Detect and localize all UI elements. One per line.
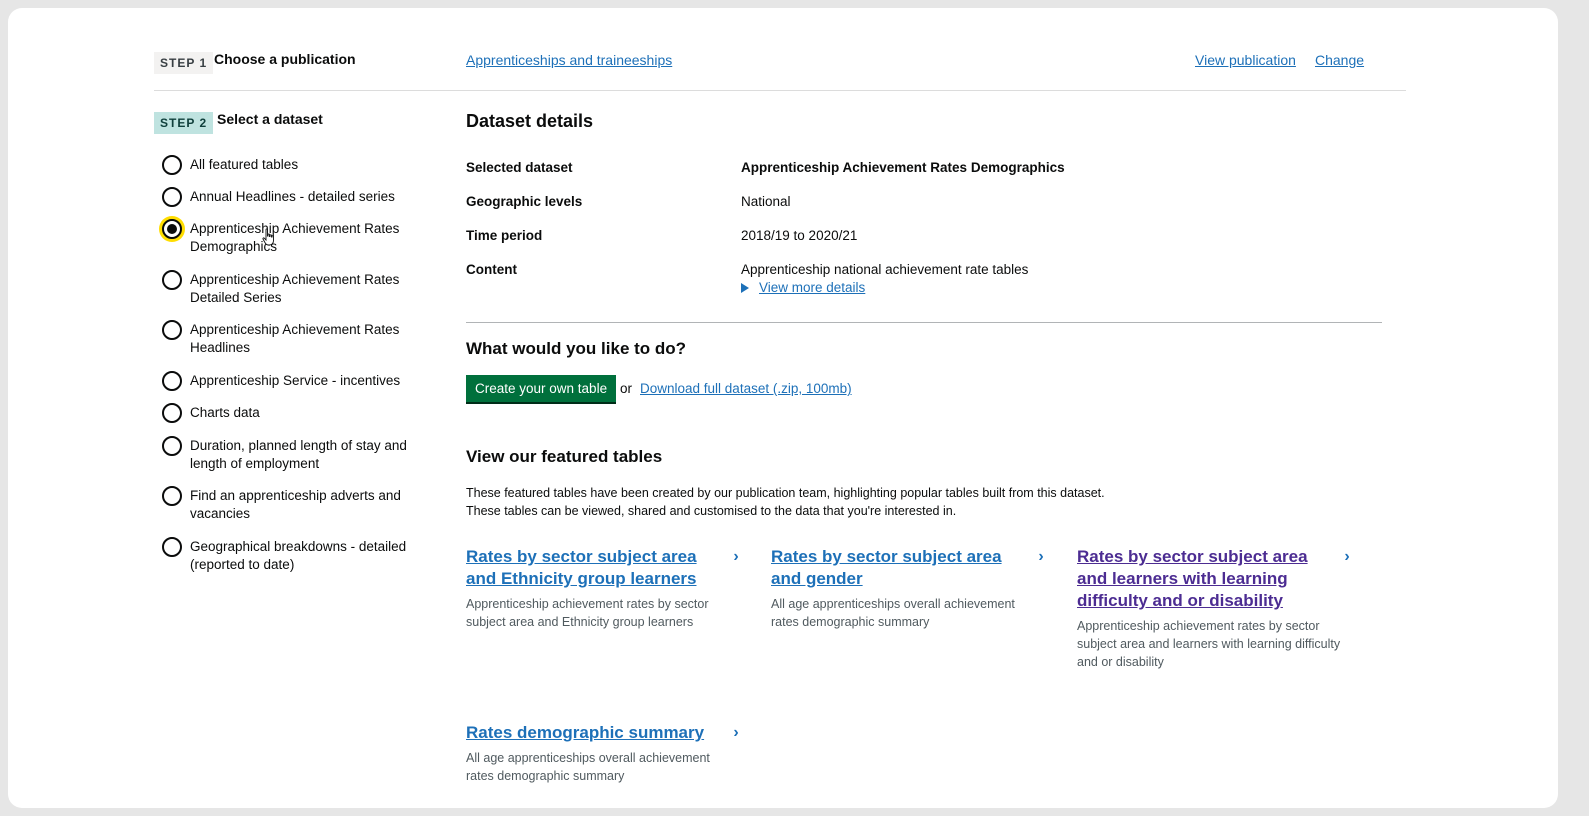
- dataset-option-label: Apprenticeship Achievement Rates Detaile…: [190, 272, 400, 305]
- dataset-option-label: All featured tables: [190, 157, 299, 172]
- dataset-radio-list: All featured tables Annual Headlines - d…: [162, 155, 422, 588]
- featured-description-line: These featured tables have been created …: [466, 486, 1105, 500]
- radio-button[interactable]: [162, 403, 182, 423]
- browser-viewport: STEP 1 Choose a publication Apprenticesh…: [8, 8, 1558, 808]
- featured-table-card: Rates by sector subject area and learner…: [1077, 546, 1357, 671]
- radio-button[interactable]: [162, 187, 182, 207]
- dataset-option[interactable]: Find an apprenticeship adverts and vacan…: [162, 486, 422, 538]
- featured-table-card: Rates by sector subject area and gender …: [771, 546, 1051, 631]
- chevron-right-icon: ›: [1038, 548, 1044, 565]
- step1-title: Choose a publication: [214, 51, 356, 67]
- dataset-option-selected[interactable]: Apprenticeship Achievement Rates Demogra…: [162, 219, 422, 271]
- dataset-option[interactable]: Duration, planned length of stay and len…: [162, 436, 422, 487]
- radio-button[interactable]: [162, 436, 182, 456]
- section-divider: [466, 322, 1382, 323]
- step2-title: Select a dataset: [217, 111, 323, 127]
- summary-row: Content Apprenticeship national achievem…: [466, 261, 1386, 297]
- view-more-details-toggle[interactable]: View more details: [741, 279, 1386, 297]
- step-divider: [154, 90, 1406, 91]
- featured-table-link[interactable]: Rates by sector subject area and learner…: [1077, 546, 1337, 612]
- todo-heading: What would you like to do?: [466, 339, 687, 358]
- view-more-details-link[interactable]: View more details: [759, 279, 865, 297]
- summary-value: Apprenticeship Achievement Rates Demogra…: [741, 160, 1065, 175]
- radio-button[interactable]: [162, 371, 182, 391]
- expand-triangle-icon: [741, 283, 749, 293]
- featured-description-line: These tables can be viewed, shared and c…: [466, 504, 957, 518]
- step2-tag: STEP 2: [154, 112, 214, 134]
- summary-key: Time period: [466, 228, 543, 243]
- publication-link[interactable]: Apprenticeships and traineeships: [466, 52, 672, 68]
- featured-table-link[interactable]: Rates by sector subject area and Ethnici…: [466, 546, 726, 590]
- featured-table-description: Apprenticeship achievement rates by sect…: [1077, 619, 1341, 669]
- radio-button[interactable]: [162, 486, 182, 506]
- chevron-right-icon: ›: [1344, 548, 1350, 565]
- download-full-dataset-link[interactable]: Download full dataset (.zip, 100mb): [640, 381, 852, 396]
- featured-table-description: Apprenticeship achievement rates by sect…: [466, 597, 709, 629]
- featured-table-card: Rates demographic summary › All age appr…: [466, 722, 746, 785]
- summary-row: Time period 2018/19 to 2020/21: [466, 227, 1386, 261]
- chevron-right-icon: ›: [733, 724, 739, 741]
- summary-value: Apprenticeship national achievement rate…: [741, 262, 1029, 277]
- summary-row: Selected dataset Apprenticeship Achievem…: [466, 159, 1386, 193]
- featured-table-description: All age apprenticeships overall achievem…: [771, 597, 1015, 629]
- dataset-details-heading: Dataset details: [466, 111, 594, 131]
- radio-button[interactable]: [162, 537, 182, 557]
- dataset-option[interactable]: Charts data: [162, 403, 422, 437]
- summary-key: Selected dataset: [466, 160, 573, 175]
- step1-tag: STEP 1: [154, 52, 214, 74]
- featured-table-link[interactable]: Rates demographic summary: [466, 722, 726, 744]
- featured-tables-description: These featured tables have been created …: [466, 484, 1226, 520]
- radio-button[interactable]: [162, 320, 182, 340]
- dataset-option[interactable]: Annual Headlines - detailed series: [162, 187, 422, 220]
- change-publication-link[interactable]: Change: [1315, 52, 1364, 68]
- featured-table-description: All age apprenticeships overall achievem…: [466, 751, 710, 783]
- dataset-option[interactable]: Geographical breakdowns - detailed (repo…: [162, 537, 422, 588]
- dataset-option[interactable]: Apprenticeship Service - incentives: [162, 371, 422, 404]
- dataset-option[interactable]: Apprenticeship Achievement Rates Detaile…: [162, 270, 422, 321]
- radio-button-selected[interactable]: [162, 219, 182, 239]
- dataset-option-label: Apprenticeship Achievement Rates Demogra…: [190, 221, 400, 254]
- featured-tables-heading: View our featured tables: [466, 447, 663, 466]
- dataset-option-label: Annual Headlines - detailed series: [190, 189, 395, 204]
- chevron-right-icon: ›: [733, 548, 739, 565]
- create-your-own-table-button[interactable]: Create your own table: [466, 375, 617, 402]
- summary-value: National: [741, 194, 791, 209]
- dataset-option-label: Apprenticeship Achievement Rates Headlin…: [190, 322, 400, 355]
- dataset-option-label: Apprenticeship Service - incentives: [190, 373, 401, 388]
- dataset-summary-list: Selected dataset Apprenticeship Achievem…: [466, 159, 1386, 297]
- hand-cursor-icon: [262, 228, 274, 246]
- summary-value: 2018/19 to 2020/21: [741, 228, 858, 243]
- summary-row: Geographic levels National: [466, 193, 1386, 227]
- summary-value-content: Apprenticeship national achievement rate…: [741, 261, 1386, 297]
- radio-button[interactable]: [162, 270, 182, 290]
- view-publication-link[interactable]: View publication: [1195, 52, 1296, 68]
- summary-key: Content: [466, 262, 517, 277]
- dataset-option-label: Find an apprenticeship adverts and vacan…: [190, 488, 401, 521]
- dataset-option-label: Charts data: [190, 405, 260, 420]
- radio-button[interactable]: [162, 155, 182, 175]
- featured-table-card: Rates by sector subject area and Ethnici…: [466, 546, 746, 631]
- or-text: or: [620, 381, 633, 396]
- dataset-option-label: Geographical breakdowns - detailed (repo…: [190, 539, 407, 572]
- dataset-option[interactable]: All featured tables: [162, 155, 422, 188]
- featured-table-link[interactable]: Rates by sector subject area and gender: [771, 546, 1031, 590]
- dataset-option-label: Duration, planned length of stay and len…: [190, 438, 407, 471]
- dataset-option[interactable]: Apprenticeship Achievement Rates Headlin…: [162, 320, 422, 372]
- summary-key: Geographic levels: [466, 194, 583, 209]
